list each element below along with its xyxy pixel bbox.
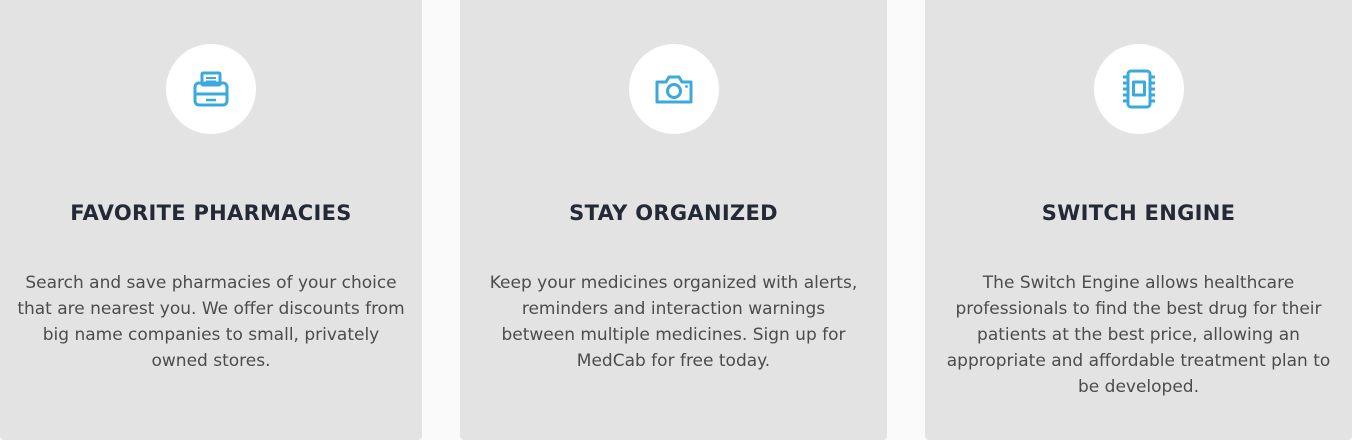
feature-card-favorite-pharmacies: FAVORITE PHARMACIES Search and save phar…	[0, 0, 422, 440]
card-title: STAY ORGANIZED	[569, 201, 778, 225]
icon-circle	[628, 44, 719, 134]
printer-icon	[193, 71, 229, 107]
card-description: Search and save pharmacies of your choic…	[17, 273, 405, 371]
icon-circle	[1093, 44, 1184, 134]
feature-card-stay-organized: STAY ORGANIZED Keep your medicines organ…	[460, 0, 887, 440]
card-title: FAVORITE PHARMACIES	[70, 201, 352, 225]
feature-card-switch-engine: SWITCH ENGINE The Switch Engine allows h…	[925, 0, 1352, 440]
icon-circle	[166, 44, 256, 134]
card-description: Keep your medicines organized with alert…	[489, 273, 858, 371]
card-description: The Switch Engine allows healthcare prof…	[946, 273, 1331, 397]
chip-icon	[1122, 69, 1155, 109]
camera-icon	[655, 75, 692, 104]
card-title: SWITCH ENGINE	[1041, 201, 1236, 225]
